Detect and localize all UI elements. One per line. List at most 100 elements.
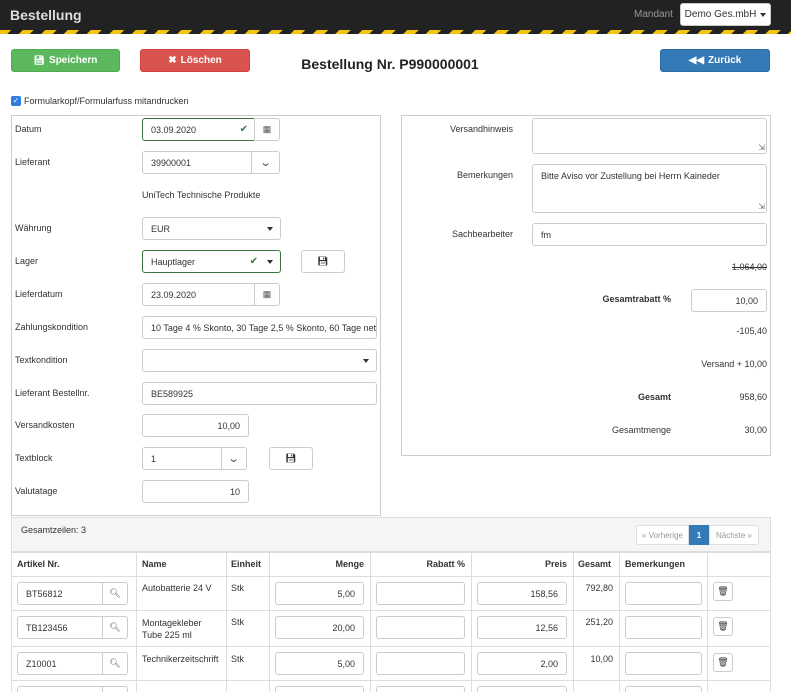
versandkosten-input[interactable]: 10,00 [142, 414, 249, 437]
gesamt-cell: 792,80 [585, 583, 613, 593]
pagination: « Vorherige 1 Nächste » [636, 525, 759, 545]
versandkosten-label: Versandkosten [15, 420, 75, 430]
datum-input[interactable]: 03.09.2020 ✔ [142, 118, 255, 141]
pagination-page[interactable]: 1 [689, 525, 709, 545]
datum-value: 03.09.2020 [151, 124, 197, 135]
calendar-icon[interactable]: ▦ [254, 283, 280, 306]
rabatt-input[interactable] [376, 652, 465, 675]
search-icon[interactable]: 🔍︎ [102, 652, 128, 675]
textkondition-select[interactable] [142, 349, 377, 372]
zahlungskondition-label: Zahlungskondition [15, 322, 89, 332]
pagination-next[interactable]: Nächste » [709, 525, 759, 545]
waehrung-select[interactable]: EUR [142, 217, 281, 240]
calendar-icon[interactable]: ▦ [254, 118, 280, 141]
preis-input[interactable]: 12,56 [477, 616, 567, 639]
valutatage-label: Valutatage [15, 486, 58, 496]
zahlungskondition-value: 10 Tage 4 % Skonto, 30 Tage 2,5 % Skonto… [151, 322, 377, 333]
valutatage-input[interactable]: 10 [142, 480, 249, 503]
lieferdatum-input[interactable]: 23.09.2020 [142, 283, 255, 306]
artikel-input[interactable]: TB123456 [17, 616, 103, 639]
bemerkung-input[interactable] [625, 652, 702, 675]
lieferant-input[interactable]: 39900001 [142, 151, 252, 174]
gesamtmenge-value: 30,00 [744, 425, 767, 435]
mandant-value: Demo Ges.mbH [684, 9, 757, 20]
app-title: Bestellung [10, 7, 82, 23]
textblock-input[interactable]: 1 [142, 447, 222, 470]
search-icon[interactable]: 🔍︎ [102, 616, 128, 639]
textblock-value: 1 [151, 453, 157, 464]
artikel-input[interactable] [17, 686, 103, 692]
sachbearbeiter-label: Sachbearbeiter [451, 229, 513, 239]
name-cell: Technikerzeitschrift [142, 654, 219, 664]
menge-value: 5,00 [337, 658, 355, 669]
trash-icon[interactable]: 🗑︎ [713, 582, 733, 601]
lieferant-value: 39900001 [151, 157, 192, 168]
resize-grip-icon[interactable]: ⇲ [758, 203, 765, 211]
sachbearbeiter-value: fm [541, 229, 551, 240]
textblock-save-button[interactable]: 💾︎ [269, 447, 313, 470]
col-header-artikel: Artikel Nr. [17, 559, 60, 569]
backward-icon: ◀◀ [688, 55, 705, 66]
menge-input[interactable]: 5,00 [275, 582, 364, 605]
bemerkungen-textarea[interactable]: Bitte Aviso vor Zustellung bei Herrn Kai… [532, 164, 767, 213]
search-icon[interactable]: 🔍︎ [102, 582, 128, 605]
mandant-dropdown[interactable]: Demo Ges.mbH [680, 3, 771, 26]
versandhinweis-textarea[interactable]: ⇲ [532, 118, 767, 154]
artikel-value: BT56812 [26, 588, 63, 599]
artikel-value: TB123456 [26, 622, 68, 633]
lieferant-bestellnr-input[interactable]: BE589925 [142, 382, 377, 405]
menge-input[interactable]: 20,00 [275, 616, 364, 639]
artikel-input[interactable]: Z10001 [17, 652, 103, 675]
sachbearbeiter-input[interactable]: fm [532, 223, 767, 246]
bemerkung-input[interactable] [625, 686, 702, 692]
einheit-cell: Stk [231, 654, 245, 664]
name-cell: Montagekleber Tube 225 ml [142, 618, 202, 640]
lager-save-button[interactable]: 💾︎ [301, 250, 345, 273]
rabatt-input[interactable] [376, 582, 465, 605]
check-circle-icon: ✔ [249, 256, 258, 267]
name-cell: Autobatterie 24 V [142, 583, 212, 593]
einheit-cell: Stk [231, 583, 245, 593]
subtotal-strikethrough: 1.064,00 [731, 262, 767, 272]
bemerkung-input[interactable] [625, 582, 702, 605]
col-header-einheit: Einheit [231, 559, 262, 569]
waehrung-label: Währung [15, 223, 52, 233]
bemerkung-input[interactable] [625, 616, 702, 639]
lager-value: Hauptlager [151, 256, 196, 267]
check-circle-icon: ✔ [239, 124, 248, 135]
rabatt-input[interactable] [376, 686, 465, 692]
chevron-down-icon[interactable]: ⌄ [251, 151, 280, 174]
zahlungskondition-select[interactable]: 10 Tage 4 % Skonto, 30 Tage 2,5 % Skonto… [142, 316, 377, 339]
preis-value: 2,00 [540, 658, 558, 669]
menge-input[interactable] [275, 686, 364, 692]
preis-input[interactable]: 158,56 [477, 582, 567, 605]
resize-grip-icon[interactable]: ⇲ [758, 144, 765, 152]
gesamt-cell: 251,20 [585, 617, 613, 627]
checkbox-checked-icon[interactable]: ✓ [11, 96, 21, 106]
trash-icon[interactable]: 🗑︎ [713, 617, 733, 636]
artikel-input[interactable]: BT56812 [17, 582, 103, 605]
versand-amount: Versand + 10,00 [701, 359, 767, 369]
menge-input[interactable]: 5,00 [275, 652, 364, 675]
caret-down-icon [760, 12, 767, 17]
search-icon[interactable] [102, 686, 128, 692]
chevron-down-icon[interactable]: ⌄ [221, 447, 247, 470]
trash-icon[interactable]: 🗑︎ [713, 653, 733, 672]
preis-input[interactable] [477, 686, 567, 692]
menge-value: 20,00 [332, 622, 355, 633]
col-header-menge: Menge [335, 559, 364, 569]
back-button[interactable]: ◀◀ Zurück [660, 49, 770, 72]
lager-select[interactable]: Hauptlager ✔ [142, 250, 281, 273]
preis-value: 158,56 [530, 588, 558, 599]
pagination-prev[interactable]: « Vorherige [636, 525, 689, 545]
lieferant-bestellnr-value: BE589925 [151, 388, 194, 399]
rabatt-input[interactable] [376, 616, 465, 639]
print-option[interactable]: ✓ Formularkopf/Formularfuss mitandrucken [11, 96, 189, 106]
preis-input[interactable]: 2,00 [477, 652, 567, 675]
gesamtrabatt-input[interactable]: 10,00 [691, 289, 767, 312]
table-border [370, 552, 371, 692]
datum-label: Datum [15, 124, 42, 134]
textkondition-label: Textkondition [15, 355, 68, 365]
lieferdatum-label: Lieferdatum [15, 289, 63, 299]
artikel-value: Z10001 [26, 658, 57, 669]
